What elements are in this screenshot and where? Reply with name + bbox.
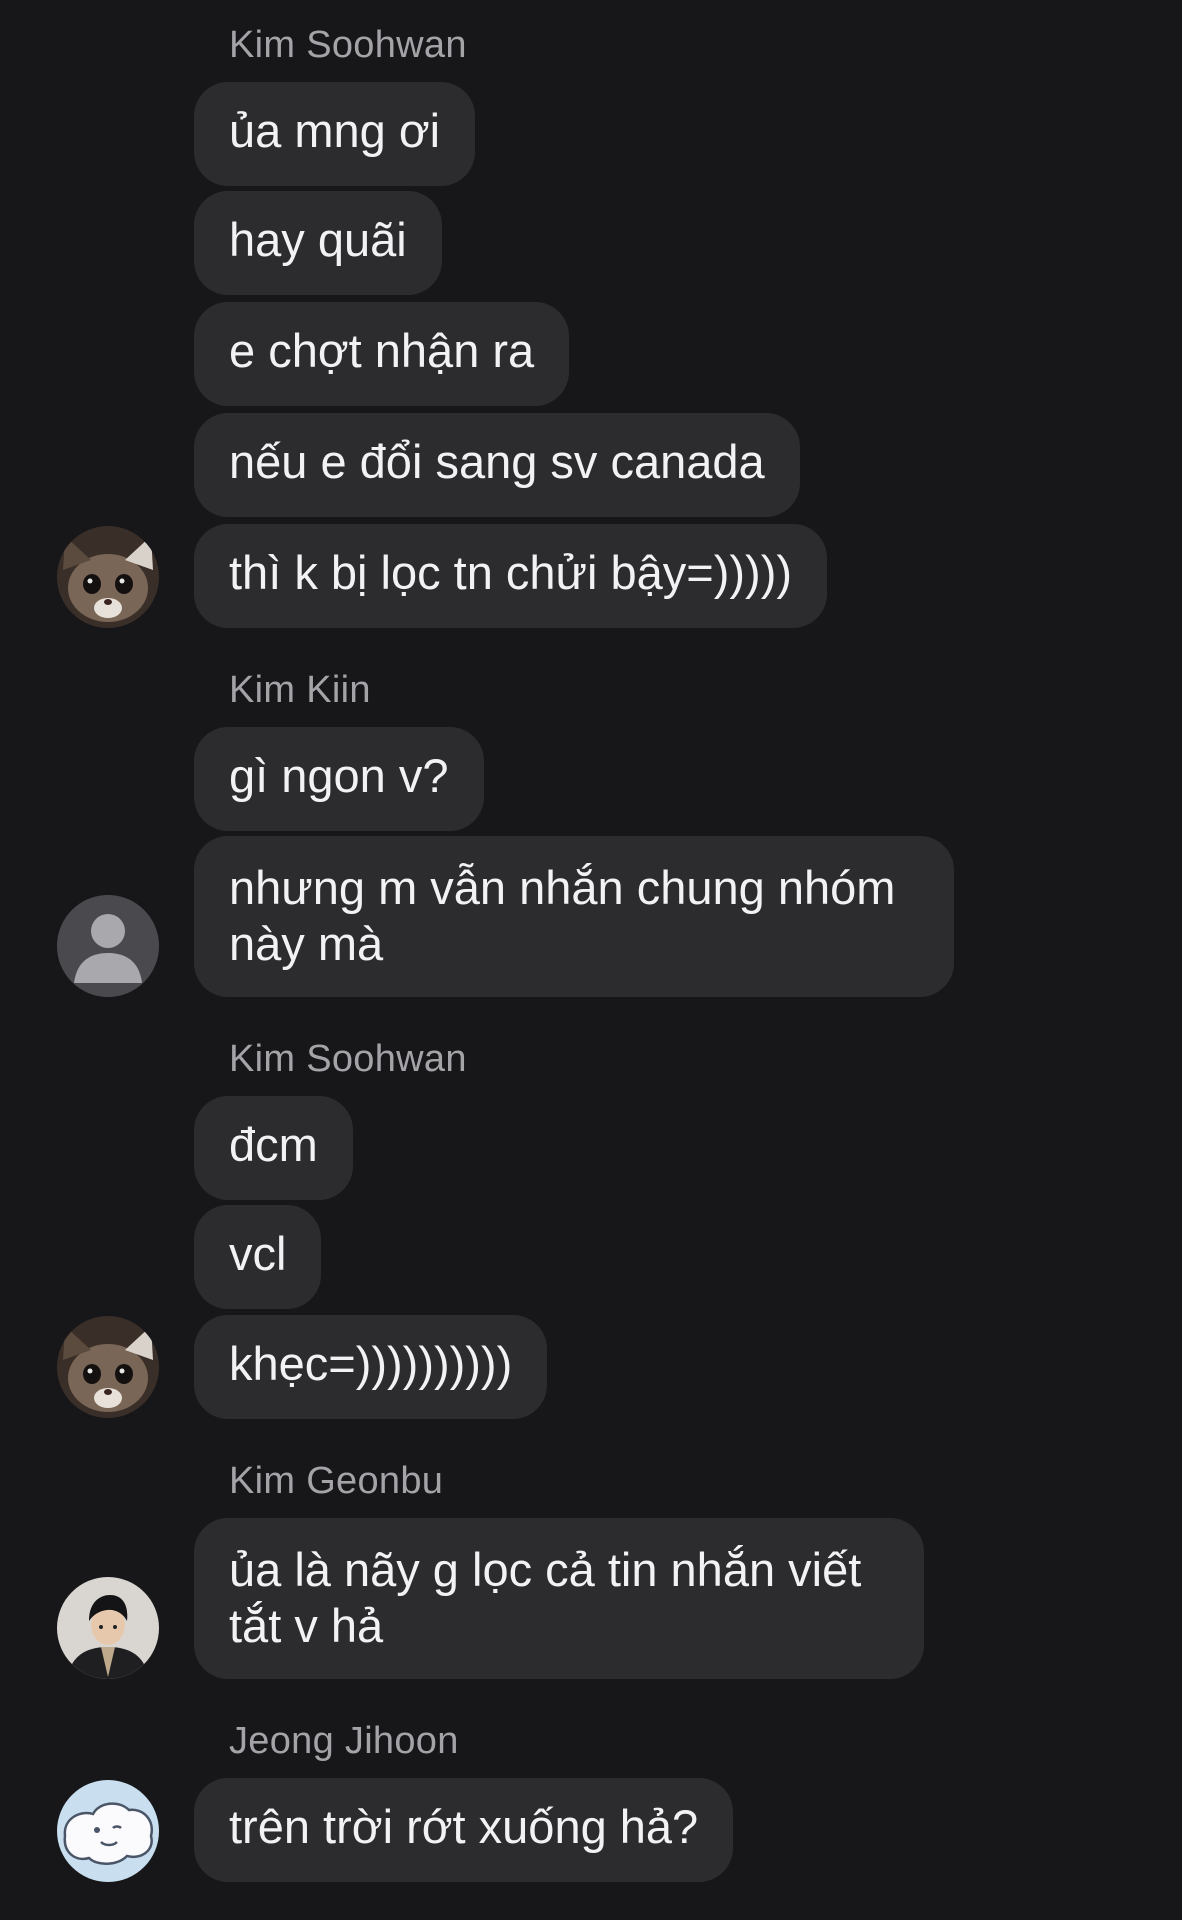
sender-name: Kim Soohwan	[229, 1038, 467, 1080]
message-bubble[interactable]: đcm	[194, 1096, 353, 1200]
cat-avatar-icon[interactable]	[57, 526, 159, 628]
sender-name: Kim Kiin	[229, 669, 371, 711]
message-bubble[interactable]: trên trời rớt xuống hả?	[194, 1778, 734, 1882]
default-person-avatar-icon[interactable]	[57, 895, 159, 997]
sender-name: Kim Soohwan	[229, 24, 467, 66]
message-bubble[interactable]: hay quãi	[194, 191, 442, 295]
message-bubble[interactable]: nếu e đổi sang sv canada	[194, 413, 800, 517]
person-photo-avatar-icon[interactable]	[57, 1577, 159, 1679]
message-bubble[interactable]: e chợt nhận ra	[194, 302, 570, 406]
message-bubble[interactable]: ủa mng ơi	[194, 82, 476, 186]
sender-name: Kim Geonbu	[229, 1460, 444, 1502]
message-bubble[interactable]: nhưng m vẫn nhắn chung nhóm này mà	[194, 836, 954, 997]
cloud-drawing-avatar-icon[interactable]	[57, 1780, 159, 1882]
message-bubble[interactable]: ủa là nãy g lọc cả tin nhắn viết tắt v h…	[194, 1518, 924, 1679]
message-bubble[interactable]: gì ngon v?	[194, 727, 484, 831]
cat-avatar-icon[interactable]	[57, 1316, 159, 1418]
message-bubble[interactable]: vcl	[194, 1205, 322, 1309]
sender-name: Jeong Jihoon	[229, 1720, 459, 1762]
message-bubble[interactable]: khẹc=))))))))))	[194, 1315, 548, 1419]
message-bubble[interactable]: thì k bị lọc tn chửi bậy=)))))	[194, 524, 827, 628]
group-chat-thread: Kim Soohwan ủa mng ơi hay quãi e chợt nh…	[0, 0, 1182, 1920]
